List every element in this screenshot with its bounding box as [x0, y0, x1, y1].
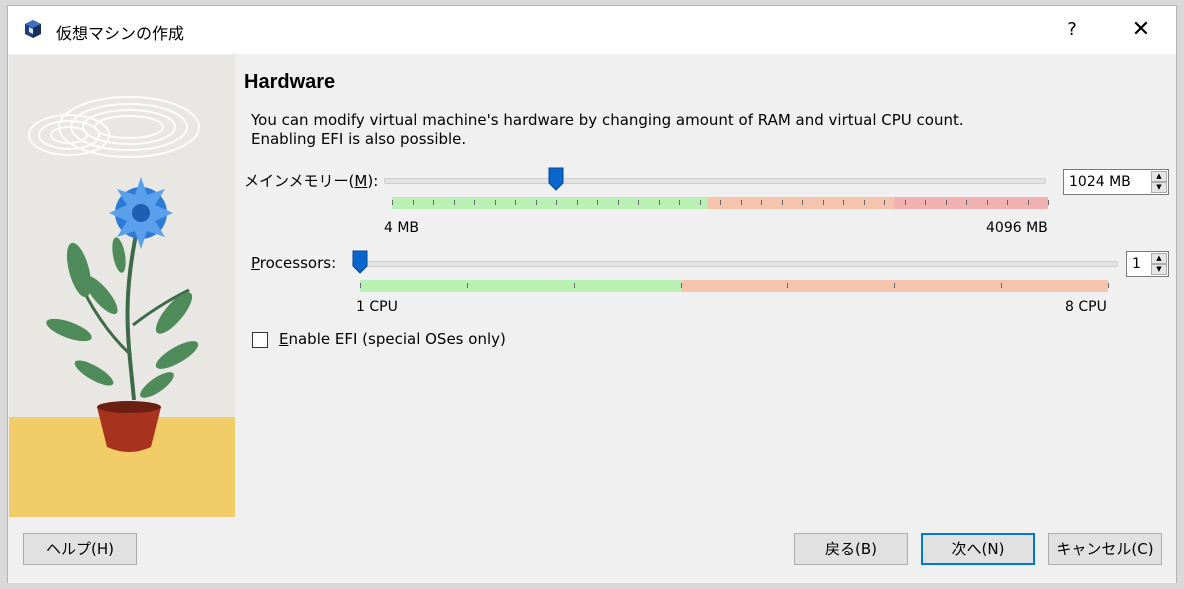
memory-min-label: 4 MB	[384, 220, 420, 236]
back-button[interactable]: 戻る(B)	[794, 533, 908, 565]
processors-tick	[1001, 283, 1003, 288]
processors-value: 1	[1132, 256, 1141, 272]
memory-tick	[412, 200, 414, 205]
memory-spinbox[interactable]: 1024 MB ▲ ▼	[1063, 169, 1169, 195]
page-heading: Hardware	[244, 71, 336, 93]
description-line-2: Enabling EFI is also possible.	[251, 130, 467, 148]
down-arrow-icon[interactable]: ▼	[1151, 182, 1167, 193]
memory-scale-orange	[706, 197, 894, 209]
processors-spin-buttons: ▲ ▼	[1151, 253, 1167, 275]
close-button[interactable]: ✕	[1126, 16, 1156, 44]
window-title: 仮想マシンの作成	[56, 24, 185, 43]
memory-tick	[1048, 200, 1049, 205]
memory-tick	[474, 200, 475, 205]
memory-tick	[617, 200, 619, 205]
memory-tick	[740, 200, 742, 205]
memory-tick	[884, 200, 885, 205]
memory-tick	[453, 200, 455, 205]
processors-tick	[680, 283, 682, 288]
memory-tick	[986, 200, 988, 205]
description-line-1: You can modify virtual machine's hardwar…	[251, 111, 964, 129]
memory-tick	[761, 200, 762, 205]
wizard-side-illustration	[9, 55, 235, 517]
processors-tick	[787, 283, 789, 288]
processors-slider-track[interactable]	[352, 261, 1118, 267]
memory-max-label: 4096 MB	[986, 220, 1048, 236]
processors-spinbox[interactable]: 1 ▲ ▼	[1126, 251, 1169, 277]
memory-label-tail: ):	[367, 172, 379, 190]
memory-tick	[494, 200, 496, 205]
title-bar: 仮想マシンの作成 ? ✕	[8, 6, 1176, 54]
memory-scale	[392, 197, 1049, 209]
memory-tick	[945, 200, 947, 205]
memory-tick	[1007, 200, 1008, 205]
memory-value: 1024 MB	[1069, 174, 1131, 190]
enable-efi-checkbox[interactable]	[252, 332, 268, 348]
up-arrow-icon[interactable]: ▲	[1151, 171, 1167, 182]
processors-label-tail: rocessors:	[259, 254, 337, 272]
memory-tick	[925, 200, 926, 205]
processors-min-label: 1 CPU	[356, 299, 398, 315]
memory-tick	[597, 200, 598, 205]
memory-tick	[843, 200, 844, 205]
processors-label: Processors:	[251, 254, 336, 272]
hardware-page: Hardware You can modify virtual machine'…	[244, 55, 1170, 517]
memory-label-text: メインメモリー(	[244, 172, 355, 190]
memory-tick	[535, 200, 537, 205]
processors-max-label: 8 CPU	[1065, 299, 1107, 315]
memory-tick	[556, 200, 557, 205]
efi-label-tail: nable EFI (special OSes only)	[288, 330, 506, 348]
processors-tick	[1108, 283, 1109, 288]
processors-tick	[894, 283, 896, 288]
memory-tick	[699, 200, 701, 205]
processors-scale	[360, 280, 1109, 292]
page-description: You can modify virtual machine's hardwar…	[251, 111, 1111, 149]
memory-tick	[781, 200, 783, 205]
memory-label: メインメモリー(M):	[244, 170, 378, 191]
memory-tick	[863, 200, 865, 205]
processors-tick	[360, 283, 361, 288]
memory-spin-buttons: ▲ ▼	[1151, 171, 1167, 193]
memory-tick	[515, 200, 516, 205]
memory-scale-red	[893, 197, 1048, 209]
memory-slider-thumb[interactable]	[548, 167, 564, 191]
help-dialog-button[interactable]: ヘルプ(H)	[23, 533, 137, 565]
memory-tick	[638, 200, 639, 205]
processors-label-mnemonic: P	[251, 254, 260, 272]
memory-label-mnemonic: M	[354, 172, 368, 190]
create-vm-dialog: 仮想マシンの作成 ? ✕ Hardware You can modify vir…	[7, 5, 1177, 583]
help-button[interactable]: ?	[1057, 16, 1087, 44]
memory-tick	[433, 200, 434, 205]
memory-tick	[904, 200, 906, 205]
memory-tick	[576, 200, 578, 205]
cancel-button[interactable]: キャンセル(C)	[1048, 533, 1162, 565]
memory-tick	[392, 200, 393, 205]
memory-slider-track[interactable]	[384, 178, 1046, 184]
next-button[interactable]: 次へ(N)	[921, 533, 1035, 565]
virtualbox-cube-icon	[25, 20, 41, 38]
processors-tick	[573, 283, 575, 288]
memory-scale-green	[392, 197, 707, 209]
memory-tick	[822, 200, 824, 205]
memory-tick	[720, 200, 721, 205]
up-arrow-icon[interactable]: ▲	[1151, 253, 1167, 264]
memory-tick	[658, 200, 660, 205]
memory-tick	[966, 200, 967, 205]
enable-efi-label[interactable]: Enable EFI (special OSes only)	[279, 330, 506, 348]
memory-tick	[802, 200, 803, 205]
button-bar: ヘルプ(H) 戻る(B) 次へ(N) キャンセル(C)	[8, 517, 1176, 583]
down-arrow-icon[interactable]: ▼	[1151, 264, 1167, 275]
processors-tick	[466, 283, 468, 288]
memory-tick	[679, 200, 680, 205]
memory-tick	[1027, 200, 1029, 205]
processors-scale-green	[360, 280, 682, 292]
processors-slider-thumb[interactable]	[352, 250, 368, 274]
